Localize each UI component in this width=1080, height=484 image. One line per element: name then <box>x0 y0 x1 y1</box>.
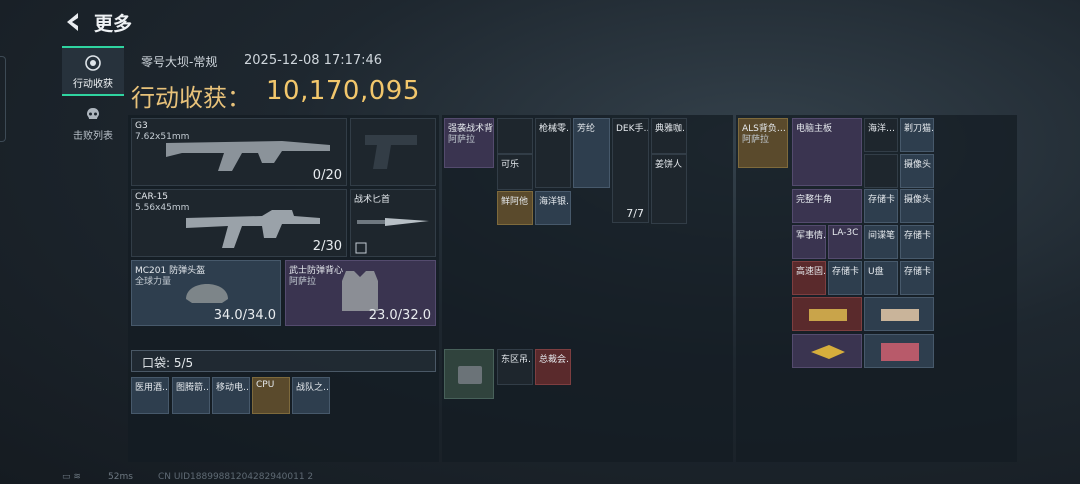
rig-item-slot[interactable]: 枪械零… <box>535 118 571 188</box>
backpack-item-slot[interactable]: 存储卡 <box>900 225 934 259</box>
tab-kill-list[interactable]: 击败列表 <box>62 100 124 150</box>
pistol-silhouette-icon <box>365 135 417 169</box>
backpack-item-slot[interactable]: U盘 <box>864 261 898 295</box>
battery-wifi-status: ▭ ≋ <box>62 472 81 482</box>
backpack-item-slot[interactable]: 海洋… <box>864 118 898 152</box>
tab-action-harvest[interactable]: 行动收获 <box>62 46 124 96</box>
sidearm-slot[interactable] <box>350 118 436 186</box>
chest-rig-slot[interactable]: 强袭战术背… 阿萨拉 <box>444 118 494 168</box>
weapon-name: G3 <box>135 121 148 131</box>
pocket-item[interactable]: 战队之… <box>292 377 330 414</box>
helmet-brand: 全球力量 <box>135 277 172 287</box>
backpack-item-slot[interactable] <box>864 334 934 368</box>
backpack-item-slot[interactable]: LA-3C <box>828 225 862 259</box>
back-arrow-icon[interactable] <box>62 10 84 34</box>
backpack-item-slot[interactable]: 军事情… <box>792 225 826 259</box>
plate-icon <box>881 309 919 321</box>
map-name: 零号大坝-常规 <box>141 55 218 69</box>
secure-case-slot[interactable] <box>444 349 494 399</box>
rig-item-slot[interactable]: 鲜阿他 <box>497 191 533 225</box>
backpack-item-slot[interactable]: 存储卡 <box>864 189 898 223</box>
backpack-item-slot[interactable]: 存储卡 <box>900 261 934 295</box>
ammo-count: 0/20 <box>312 168 342 183</box>
user-uid: CN UID18899881204282940011 2 <box>158 472 314 482</box>
secondary-weapon-slot[interactable]: CAR-15 5.56x45mm 2/30 <box>131 189 347 257</box>
helmet-slot[interactable]: MC201 防弹头盔 全球力量 34.0/34.0 <box>131 260 281 326</box>
backpack-slot[interactable]: ALS背负… 阿萨拉 <box>738 118 788 168</box>
backpack-item-slot[interactable]: 间谍笔 <box>864 225 898 259</box>
backpack-item-slot[interactable] <box>864 297 934 331</box>
backpack-item-slot[interactable] <box>792 297 862 331</box>
helmet-durability: 34.0/34.0 <box>213 308 276 323</box>
armor-durability: 23.0/32.0 <box>368 308 431 323</box>
knife-icon <box>357 218 429 226</box>
ammo-count: 2/30 <box>312 239 342 254</box>
back-label[interactable]: 更多 <box>94 9 132 36</box>
case-item-slot[interactable]: 总裁会… <box>535 349 571 385</box>
pocket-header: 口袋: 5/5 <box>131 350 436 372</box>
melee-name: 战术匕首 <box>354 195 391 205</box>
rig-item-slot[interactable]: DEK手… 7/7 <box>612 118 649 223</box>
harvest-value: 10,170,095 <box>266 76 420 106</box>
rig-item-slot[interactable]: 海洋银… <box>535 191 571 225</box>
rig-item-slot[interactable]: 姜饼人 <box>651 154 687 224</box>
melee-slot[interactable]: 战术匕首 <box>350 189 436 257</box>
backpack-item-slot[interactable] <box>864 154 898 188</box>
backpack-item-slot[interactable]: 摄像头 <box>900 189 934 223</box>
rig-item-slot[interactable]: 可乐 <box>497 154 533 190</box>
backpack-item-slot[interactable] <box>792 334 862 368</box>
pocket-item[interactable]: CPU <box>252 377 290 414</box>
backpack-item-slot[interactable]: 完整牛角 <box>792 189 862 223</box>
gold-bar-icon <box>809 309 847 321</box>
case-item-slot[interactable]: 东区吊… <box>497 349 533 385</box>
bound-icon <box>355 242 367 254</box>
pocket-item[interactable]: 图腾箭… <box>172 377 210 414</box>
backpack-item-slot[interactable]: 高速固… <box>792 261 826 295</box>
side-drawer-handle[interactable] <box>0 56 6 142</box>
skull-icon <box>87 108 99 119</box>
ping-readout: 52ms <box>108 472 133 482</box>
backpack-brand: 阿萨拉 <box>742 135 770 145</box>
backpack-item-slot[interactable]: 摄像头 <box>900 154 934 188</box>
weapon-name: CAR-15 <box>135 192 169 202</box>
item-count: 7/7 <box>626 207 644 220</box>
backpack-item-slot[interactable]: 电脑主板 <box>792 118 862 186</box>
case-icon <box>458 366 482 384</box>
primary-weapon-slot[interactable]: G3 7.62x51mm 0/20 <box>131 118 347 186</box>
assault-rifle-icon <box>186 210 320 248</box>
match-datetime: 2025-12-08 17:17:46 <box>244 53 383 68</box>
ornament-icon <box>811 345 845 359</box>
armor-brand: 阿萨拉 <box>289 277 317 287</box>
target-icon <box>85 55 101 71</box>
rig-item-slot[interactable]: 典雅咖… <box>651 118 687 154</box>
pocket-item[interactable]: 移动电… <box>212 377 250 414</box>
harvest-label: 行动收获： <box>131 84 251 112</box>
armor-slot[interactable]: 武士防弹背心 阿萨拉 23.0/32.0 <box>285 260 436 326</box>
photo-icon <box>881 343 919 361</box>
backpack-item-slot[interactable]: 剃刀猫… <box>900 118 934 152</box>
backpack-item-slot[interactable]: 存储卡 <box>828 261 862 295</box>
rig-item-slot[interactable]: 芳纶 <box>573 118 610 188</box>
tab-label: 击败列表 <box>73 131 113 142</box>
rig-brand: 阿萨拉 <box>448 135 476 145</box>
pocket-item[interactable]: 医用酒… <box>131 377 169 414</box>
helmet-icon <box>186 284 228 303</box>
tab-label: 行动收获 <box>73 79 113 90</box>
rig-item-slot[interactable] <box>497 118 533 154</box>
rifle-icon <box>166 141 330 171</box>
